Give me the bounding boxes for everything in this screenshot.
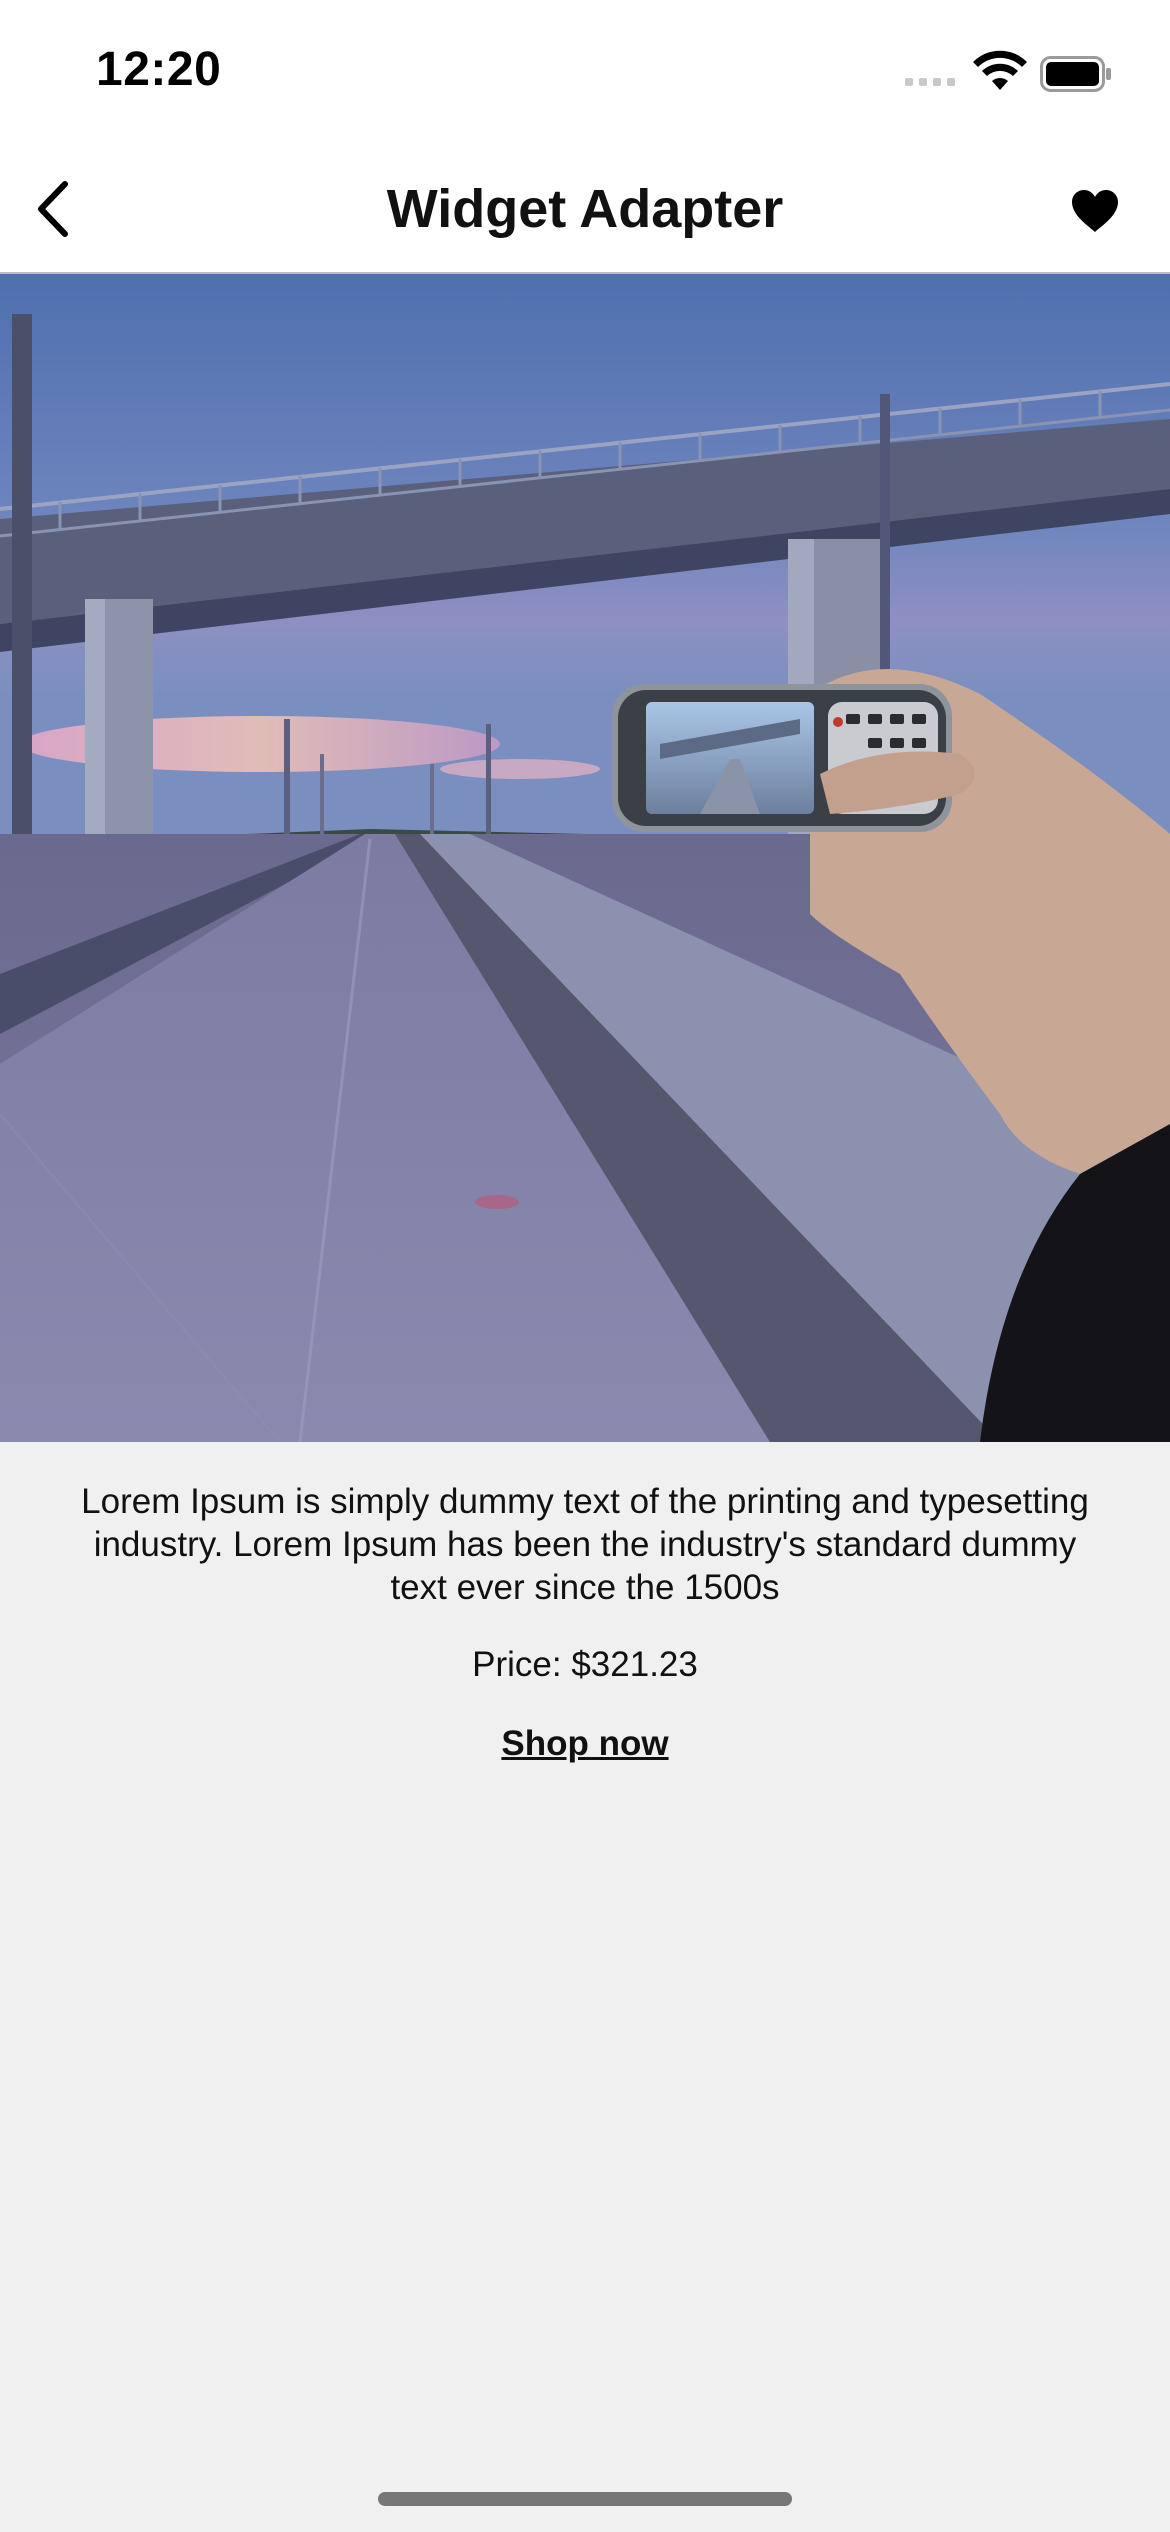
product-details: Lorem Ipsum is simply dummy text of the …	[0, 1442, 1170, 1765]
navigation-bar: Widget Adapter	[0, 150, 1170, 274]
chevron-left-icon	[38, 181, 68, 237]
shop-now-link[interactable]: Shop now	[501, 1722, 668, 1765]
cellular-signal-icon	[905, 78, 955, 86]
back-button[interactable]	[18, 174, 88, 244]
heart-icon	[1072, 190, 1118, 232]
battery-icon	[1040, 56, 1111, 92]
status-time: 12:20	[96, 43, 222, 96]
favorite-button[interactable]	[1058, 178, 1132, 244]
wifi-icon	[973, 50, 1027, 90]
product-image	[0, 274, 1170, 1442]
product-description: Lorem Ipsum is simply dummy text of the …	[81, 1482, 1089, 1607]
status-bar: 12:20	[0, 0, 1170, 150]
page-title: Widget Adapter	[386, 179, 784, 239]
home-indicator[interactable]	[378, 2492, 792, 2506]
product-price: Price: $321.23	[472, 1645, 698, 1684]
